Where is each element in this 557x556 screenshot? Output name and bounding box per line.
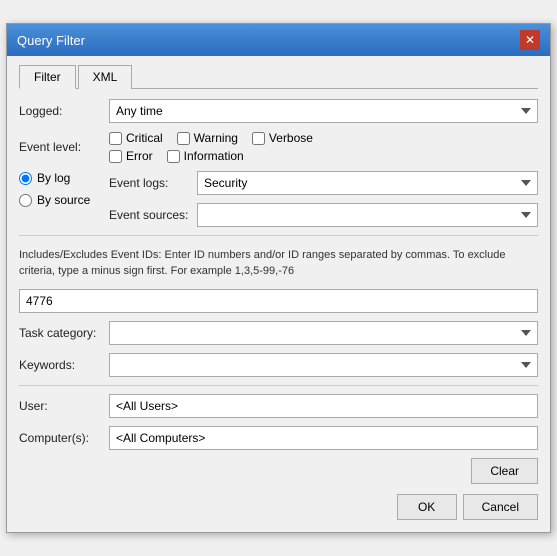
- close-button[interactable]: ✕: [520, 30, 540, 50]
- keywords-label: Keywords:: [19, 358, 109, 372]
- checkbox-warning[interactable]: Warning: [177, 131, 238, 145]
- checkbox-information[interactable]: Information: [167, 149, 244, 163]
- event-sources-row: Event sources:: [109, 203, 538, 227]
- event-id-row: [19, 289, 538, 313]
- divider1: [19, 235, 538, 236]
- clear-row: Clear: [19, 458, 538, 484]
- bylog-radio[interactable]: [19, 172, 32, 185]
- event-sources-label: Event sources:: [109, 208, 189, 222]
- dialog-body: Filter XML Logged: Any time Last hour La…: [7, 56, 550, 532]
- hint-text: Includes/Excludes Event IDs: Enter ID nu…: [19, 244, 538, 283]
- computer-label: Computer(s):: [19, 431, 109, 445]
- query-filter-dialog: Query Filter ✕ Filter XML Logged: Any ti…: [6, 23, 551, 533]
- critical-checkbox[interactable]: [109, 132, 122, 145]
- tab-xml[interactable]: XML: [78, 65, 133, 89]
- checkbox-error[interactable]: Error: [109, 149, 153, 163]
- event-logs-dropdown[interactable]: Security Application System Setup Forwar…: [197, 171, 538, 195]
- task-category-row: Task category:: [19, 321, 538, 345]
- radio-column: By log By source: [19, 171, 109, 227]
- tab-filter[interactable]: Filter: [19, 65, 76, 89]
- dialog-title: Query Filter: [17, 33, 85, 48]
- bysource-radio[interactable]: [19, 194, 32, 207]
- event-level-label: Event level:: [19, 140, 109, 154]
- bysource-radio-label[interactable]: By source: [19, 193, 109, 207]
- checkbox-critical[interactable]: Critical: [109, 131, 163, 145]
- checkbox-verbose[interactable]: Verbose: [252, 131, 313, 145]
- computer-input[interactable]: [109, 426, 538, 450]
- error-checkbox[interactable]: [109, 150, 122, 163]
- title-bar: Query Filter ✕: [7, 24, 550, 56]
- user-label: User:: [19, 399, 109, 413]
- computer-row: Computer(s):: [19, 426, 538, 450]
- logged-row: Logged: Any time Last hour Last 12 hours…: [19, 99, 538, 123]
- keywords-row: Keywords:: [19, 353, 538, 377]
- event-logs-row: Event logs: Security Application System …: [109, 171, 538, 195]
- task-category-dropdown[interactable]: [109, 321, 538, 345]
- tab-bar: Filter XML: [19, 64, 538, 89]
- user-control: [109, 394, 538, 418]
- information-checkbox[interactable]: [167, 150, 180, 163]
- user-row: User:: [19, 394, 538, 418]
- cancel-button[interactable]: Cancel: [463, 494, 538, 520]
- event-level-row: Event level: Critical Warning Verbose: [19, 131, 538, 163]
- logged-control: Any time Last hour Last 12 hours Last 24…: [109, 99, 538, 123]
- logged-label: Logged:: [19, 104, 109, 118]
- event-id-input[interactable]: [19, 289, 538, 313]
- event-sources-dropdown[interactable]: [197, 203, 538, 227]
- ok-button[interactable]: OK: [397, 494, 457, 520]
- radio-fields: Event logs: Security Application System …: [109, 171, 538, 227]
- computer-control: [109, 426, 538, 450]
- task-category-control: [109, 321, 538, 345]
- log-source-section: By log By source Event logs: Security Ap…: [19, 171, 538, 227]
- verbose-checkbox[interactable]: [252, 132, 265, 145]
- keywords-dropdown[interactable]: [109, 353, 538, 377]
- warning-checkbox[interactable]: [177, 132, 190, 145]
- divider2: [19, 385, 538, 386]
- bylog-radio-label[interactable]: By log: [19, 171, 109, 185]
- ok-cancel-row: OK Cancel: [19, 494, 538, 520]
- event-logs-label: Event logs:: [109, 176, 189, 190]
- user-input[interactable]: [109, 394, 538, 418]
- keywords-control: [109, 353, 538, 377]
- task-category-label: Task category:: [19, 326, 109, 340]
- logged-dropdown[interactable]: Any time Last hour Last 12 hours Last 24…: [109, 99, 538, 123]
- clear-button[interactable]: Clear: [471, 458, 538, 484]
